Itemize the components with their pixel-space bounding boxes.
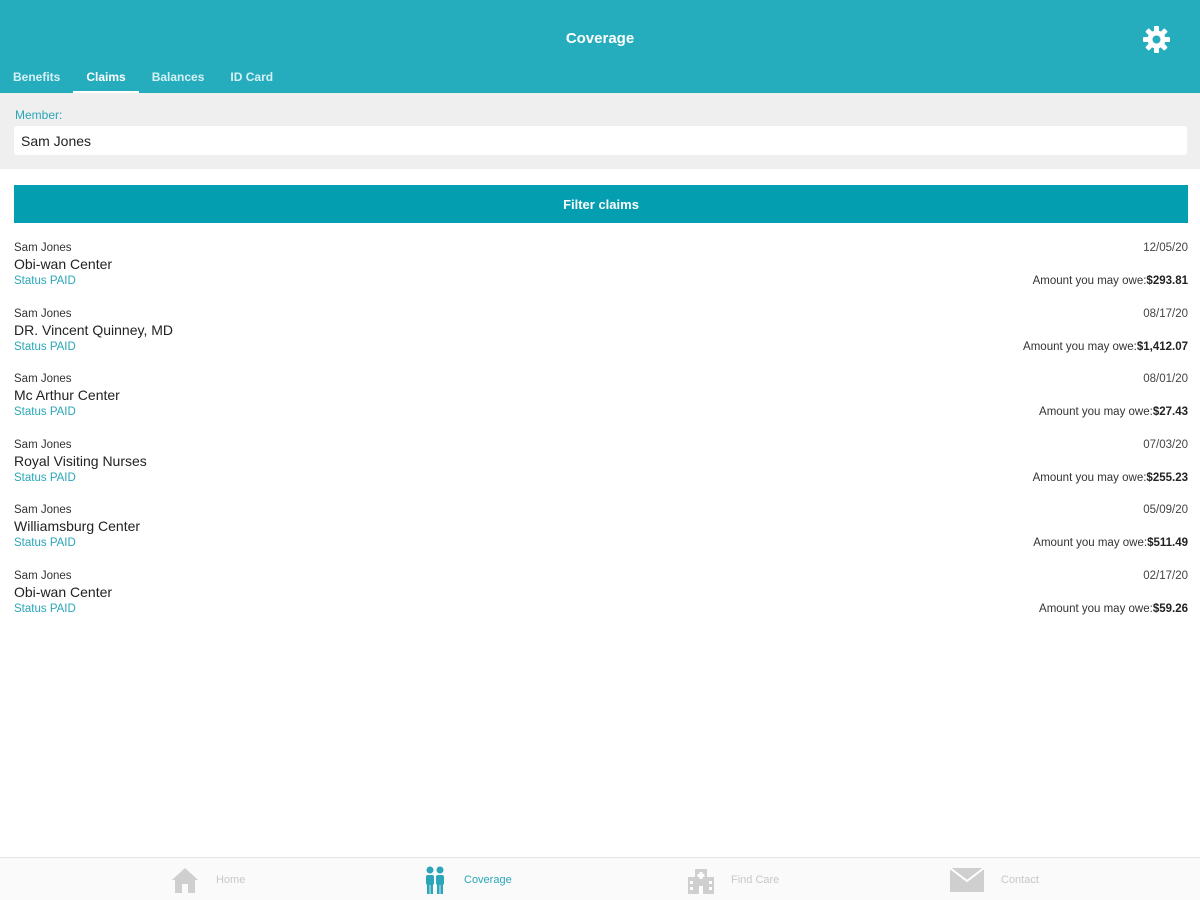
claim-amount-owed: Amount you may owe:$1,412.07: [1023, 340, 1188, 353]
claim-status: Status PAID: [14, 602, 76, 615]
claim-member: Sam Jones: [14, 504, 72, 516]
claim-date: 07/03/20: [1143, 438, 1188, 451]
claim-status: Status PAID: [14, 406, 76, 418]
member-panel: Member:: [0, 93, 1200, 169]
claim-amount-owed: Amount you may owe:$27.43: [1039, 406, 1188, 418]
claim-row[interactable]: Sam Jones Obi-wan Center Status PAID 12/…: [14, 240, 1188, 306]
claim-provider: Obi-wan Center: [14, 583, 113, 600]
claim-status: Status PAID: [14, 275, 76, 287]
people-icon: [422, 865, 448, 895]
claim-row[interactable]: Sam Jones DR. Vincent Quinney, MD Status…: [14, 306, 1188, 372]
claim-row[interactable]: Sam Jones Mc Arthur Center Status PAID 0…: [14, 371, 1188, 437]
page-title: Coverage: [565, 30, 635, 47]
claim-member: Sam Jones: [14, 307, 72, 320]
member-field[interactable]: [14, 126, 1187, 155]
tab-claims[interactable]: Claims: [73, 68, 139, 93]
claim-status: Status PAID: [14, 471, 76, 484]
claim-date: 08/01/20: [1143, 373, 1188, 385]
tab-balances[interactable]: Balances: [139, 68, 218, 93]
claim-date: 12/05/20: [1143, 242, 1188, 254]
claim-provider: Mc Arthur Center: [14, 387, 120, 403]
gear-icon[interactable]: [1142, 25, 1171, 54]
nav-coverage-label: Coverage: [464, 873, 512, 886]
member-label: Member:: [15, 108, 63, 122]
claim-member: Sam Jones: [14, 242, 72, 254]
claim-status: Status PAID: [14, 340, 76, 353]
claim-date: 08/17/20: [1143, 307, 1188, 320]
claim-row[interactable]: Sam Jones Obi-wan Center Status PAID 02/…: [14, 568, 1188, 634]
app-header: Coverage Benefits Claims Balances ID Car…: [0, 0, 1200, 93]
claim-member: Sam Jones: [14, 569, 72, 582]
claim-status: Status PAID: [14, 537, 76, 549]
home-icon: [170, 866, 200, 894]
claim-provider: Obi-wan Center: [14, 256, 113, 272]
coverage-tabs: Benefits Claims Balances ID Card: [0, 68, 286, 93]
claim-date: 02/17/20: [1143, 569, 1188, 582]
envelope-icon: [949, 866, 985, 893]
claim-amount-owed: Amount you may owe:$511.49: [1033, 537, 1188, 549]
claim-member: Sam Jones: [14, 438, 72, 451]
claim-provider: Williamsburg Center: [14, 518, 141, 534]
nav-coverage[interactable]: Coverage: [422, 858, 512, 900]
nav-find-care-label: Find Care: [731, 873, 780, 886]
building-icon: [687, 865, 715, 895]
nav-find-care[interactable]: Find Care: [687, 858, 779, 900]
claim-amount-owed: Amount you may owe:$59.26: [1039, 602, 1188, 615]
nav-home[interactable]: Home: [170, 858, 245, 900]
claim-row[interactable]: Sam Jones Williamsburg Center Status PAI…: [14, 502, 1188, 568]
claim-amount-owed: Amount you may owe:$255.23: [1032, 471, 1188, 484]
claims-list: Sam Jones Obi-wan Center Status PAID 12/…: [14, 240, 1188, 633]
nav-contact-label: Contact: [1001, 873, 1039, 886]
claim-row[interactable]: Sam Jones Royal Visiting Nurses Status P…: [14, 437, 1188, 503]
tab-benefits[interactable]: Benefits: [0, 68, 73, 93]
nav-contact[interactable]: Contact: [949, 858, 1039, 900]
claim-provider: Royal Visiting Nurses: [14, 452, 147, 469]
nav-home-label: Home: [216, 873, 246, 886]
claim-date: 05/09/20: [1143, 504, 1188, 516]
bottom-nav: Home Coverage Find Care Contact: [0, 857, 1200, 900]
claim-amount-owed: Amount you may owe:$293.81: [1032, 275, 1188, 287]
claim-member: Sam Jones: [14, 373, 72, 385]
filter-claims-button[interactable]: Filter claims: [14, 185, 1188, 223]
claim-provider: DR. Vincent Quinney, MD: [14, 321, 173, 338]
tab-id-card[interactable]: ID Card: [217, 68, 286, 93]
